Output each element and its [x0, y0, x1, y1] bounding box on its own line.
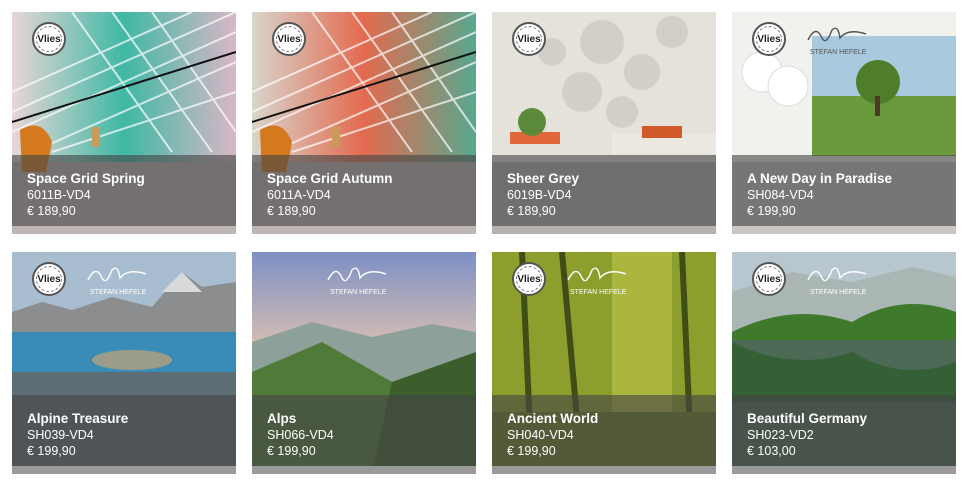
- product-price: € 103,00: [747, 444, 796, 458]
- svg-text:STEFAN HEFELE: STEFAN HEFELE: [570, 289, 627, 296]
- card-bottom-strip: [732, 466, 956, 474]
- product-info: Sheer Grey 6019B-VD4 € 189,90: [492, 155, 716, 226]
- product-price: € 189,90: [27, 204, 76, 218]
- product-sku: SH040-VD4: [507, 428, 574, 442]
- product-sku: 6011B-VD4: [27, 188, 91, 202]
- svg-text:STEFAN HEFELE: STEFAN HEFELE: [810, 289, 867, 296]
- vlies-badge-icon: Vlies: [32, 262, 66, 296]
- product-sku: 6011A-VD4: [267, 188, 331, 202]
- svg-text:STEFAN HEFELE: STEFAN HEFELE: [330, 289, 387, 296]
- product-card[interactable]: Vlies STEFAN HEFELE A New Day in Paradis…: [732, 12, 956, 234]
- product-info: Space Grid Spring 6011B-VD4 € 189,90: [12, 155, 236, 226]
- product-card[interactable]: Vlies STEFAN HEFELE Ancient World SH040-…: [492, 252, 716, 474]
- card-bottom-strip: [492, 466, 716, 474]
- product-title[interactable]: Space Grid Spring: [27, 171, 236, 187]
- product-price: € 199,90: [27, 444, 76, 458]
- product-title[interactable]: Alps: [267, 411, 476, 427]
- signature-logo-icon: STEFAN HEFELE: [807, 27, 867, 56]
- product-card[interactable]: Vlies STEFAN HEFELE Beautiful Germany SH…: [732, 252, 956, 474]
- product-sku: 6019B-VD4: [507, 188, 572, 202]
- product-sku: SH039-VD4: [27, 428, 94, 442]
- product-price: € 189,90: [267, 204, 316, 218]
- product-info: Ancient World SH040-VD4 € 199,90: [492, 395, 716, 466]
- product-card[interactable]: Vlies STEFAN HEFELE Alpine Treasure SH03…: [12, 252, 236, 474]
- product-price: € 199,90: [267, 444, 316, 458]
- product-card[interactable]: Vlies Space Grid Autumn 6011A-VD4 € 189,…: [252, 12, 476, 234]
- product-title[interactable]: Sheer Grey: [507, 171, 716, 187]
- product-card[interactable]: Vlies Space Grid Spring 6011B-VD4 € 189,…: [12, 12, 236, 234]
- product-card[interactable]: Vlies Sheer Grey 6019B-VD4 € 189,90: [492, 12, 716, 234]
- product-sku: SH084-VD4: [747, 188, 814, 202]
- vlies-badge-icon: Vlies: [512, 262, 546, 296]
- product-title[interactable]: Space Grid Autumn: [267, 171, 476, 187]
- product-title[interactable]: Beautiful Germany: [747, 411, 956, 427]
- product-info: Alpine Treasure SH039-VD4 € 199,90: [12, 395, 236, 466]
- vlies-badge-icon: Vlies: [752, 262, 786, 296]
- product-sku: SH066-VD4: [267, 428, 334, 442]
- signature-logo-icon: STEFAN HEFELE: [327, 267, 387, 296]
- vlies-badge-icon: Vlies: [32, 22, 66, 56]
- product-info: Alps SH066-VD4 € 199,90: [252, 395, 476, 466]
- vlies-badge-icon: Vlies: [512, 22, 546, 56]
- product-title[interactable]: Ancient World: [507, 411, 716, 427]
- card-bottom-strip: [12, 466, 236, 474]
- card-bottom-strip: [252, 466, 476, 474]
- product-price: € 199,90: [507, 444, 556, 458]
- product-info: A New Day in Paradise SH084-VD4 € 199,90: [732, 155, 956, 226]
- signature-logo-icon: STEFAN HEFELE: [807, 267, 867, 296]
- signature-logo-icon: STEFAN HEFELE: [567, 267, 627, 296]
- vlies-badge-icon: Vlies: [752, 22, 786, 56]
- product-title[interactable]: A New Day in Paradise: [747, 171, 956, 187]
- svg-text:STEFAN HEFELE: STEFAN HEFELE: [810, 49, 867, 56]
- product-info: Space Grid Autumn 6011A-VD4 € 189,90: [252, 155, 476, 226]
- vlies-badge-icon: Vlies: [272, 22, 306, 56]
- signature-logo-icon: STEFAN HEFELE: [87, 267, 147, 296]
- svg-text:STEFAN HEFELE: STEFAN HEFELE: [90, 289, 147, 296]
- product-title[interactable]: Alpine Treasure: [27, 411, 236, 427]
- product-info: Beautiful Germany SH023-VD2 € 103,00: [732, 395, 956, 466]
- product-price: € 199,90: [747, 204, 796, 218]
- product-card[interactable]: STEFAN HEFELE Alps SH066-VD4 € 199,90: [252, 252, 476, 474]
- product-sku: SH023-VD2: [747, 428, 814, 442]
- product-grid: Vlies Space Grid Spring 6011B-VD4 € 189,…: [0, 0, 975, 483]
- product-price: € 189,90: [507, 204, 556, 218]
